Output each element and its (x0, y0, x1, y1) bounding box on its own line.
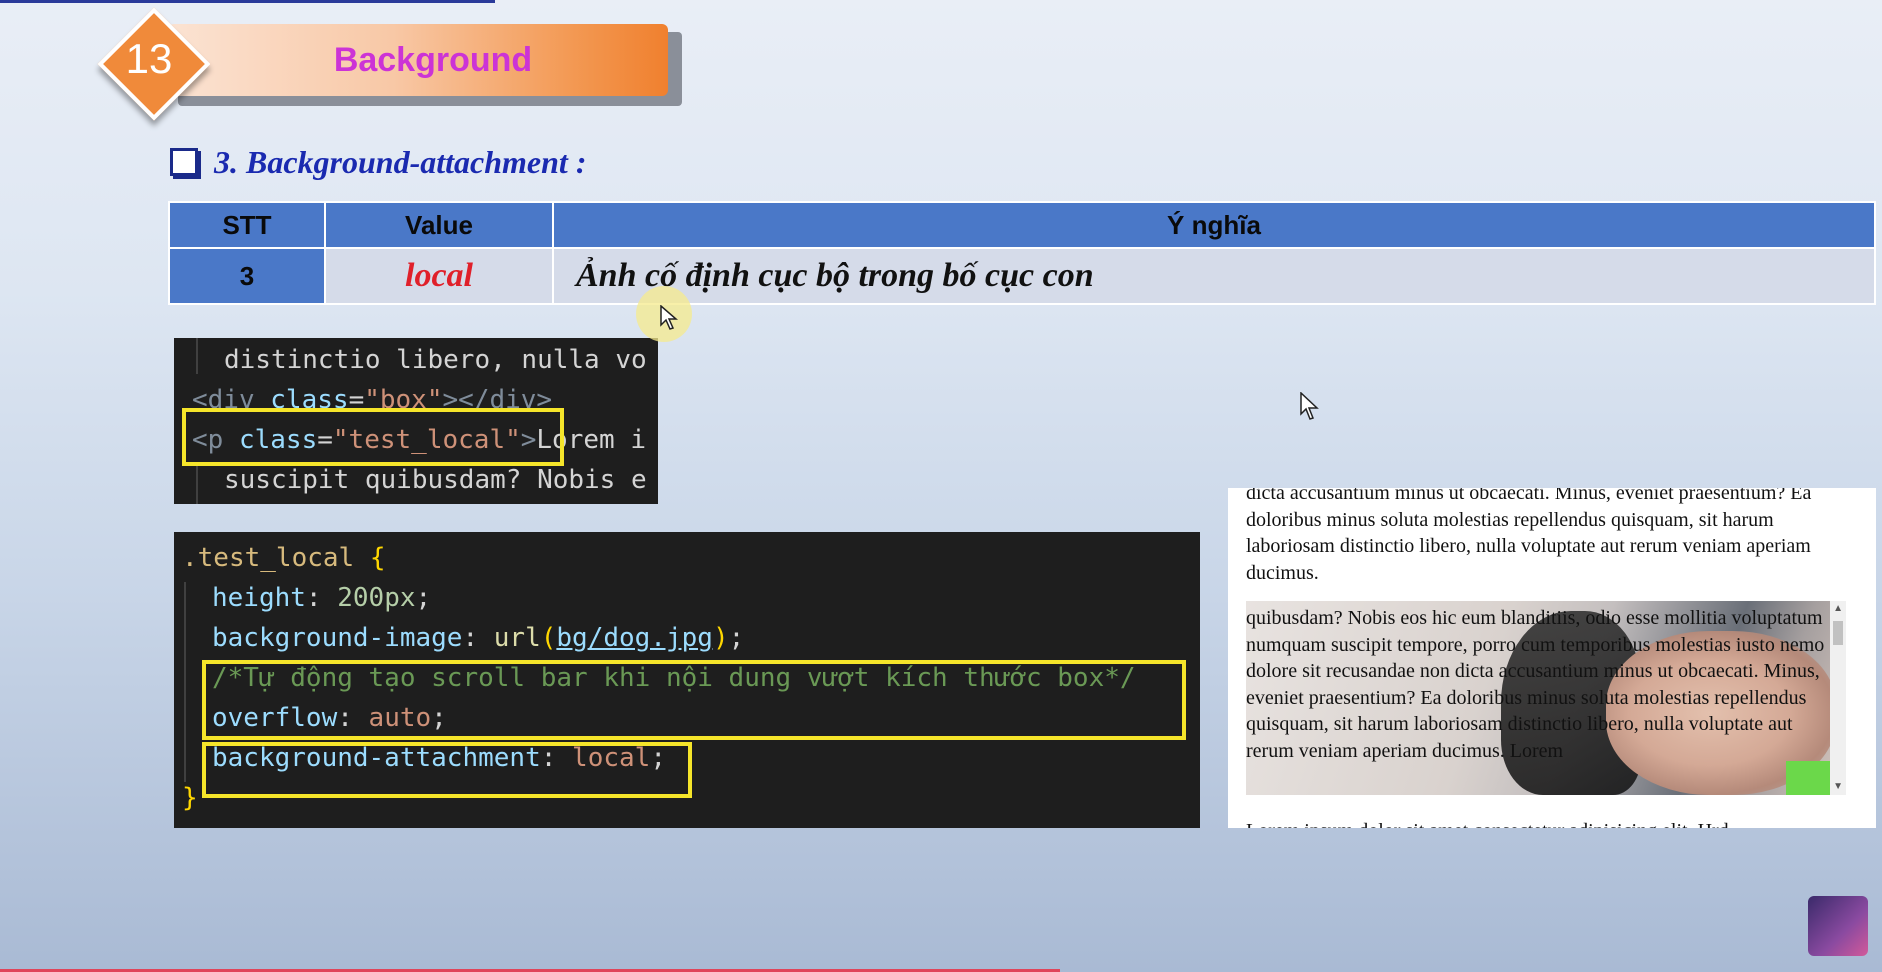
code-line: suscipit quibusdam? Nobis e (224, 465, 647, 495)
channel-avatar-icon[interactable] (1808, 896, 1868, 956)
preview-paragraph: Lorem ipsum dolor sit amet consectetur a… (1246, 818, 1864, 828)
mouse-cursor-icon (660, 305, 678, 330)
highlight-box (182, 408, 564, 466)
cell-stt: 3 (168, 247, 326, 305)
indent-guide (184, 582, 186, 782)
header-value: Value (324, 201, 554, 249)
lesson-title: Background (333, 41, 533, 79)
indent-guide (196, 338, 198, 374)
highlight-box (202, 742, 692, 798)
code-line: background-image: url(bg/dog.jpg); (212, 623, 745, 653)
highlight-box (202, 660, 1186, 740)
cell-meaning: Ảnh cố định cục bộ trong bố cục con (552, 247, 1876, 305)
section-heading: 3. Background-attachment : (170, 140, 586, 184)
code-line: } (182, 783, 198, 813)
scrollbar[interactable]: ▲ ▼ (1830, 601, 1846, 795)
test-local-scrollbox[interactable]: quibusdam? Nobis eos hic eum blanditiis,… (1246, 601, 1846, 795)
preview-paragraph: dicta accusantium minus ut obcaecati. Mi… (1246, 488, 1812, 584)
html-code-panel: distinctio libero, nulla vo <div class="… (174, 338, 658, 504)
browser-preview: dicta accusantium minus ut obcaecati. Mi… (1228, 488, 1876, 828)
checkbox-bullet-icon (170, 148, 198, 176)
scroll-down-arrow-icon[interactable]: ▼ (1833, 781, 1843, 793)
header-meaning: Ý nghĩa (552, 201, 1876, 249)
header-stt: STT (168, 201, 326, 249)
section-title: 3. Background-attachment : (214, 143, 587, 180)
code-line: distinctio libero, nulla vo (224, 345, 647, 375)
top-border-line (0, 0, 495, 3)
lesson-number: 13 (125, 35, 173, 82)
scrollbox-text: quibusdam? Nobis eos hic eum blanditiis,… (1246, 607, 1825, 762)
cell-value: local (324, 247, 554, 305)
table-header-row: STT Value Ý nghĩa (168, 201, 1876, 249)
indent-guide (196, 464, 198, 504)
attachment-table: STT Value Ý nghĩa 3 local Ảnh cố định cụ… (168, 201, 1876, 305)
css-code-panel: .test_local { height: 200px; background-… (174, 532, 1200, 828)
scroll-up-arrow-icon[interactable]: ▲ (1833, 603, 1843, 615)
code-line: height: 200px; (212, 583, 432, 613)
scrollbar-thumb[interactable] (1833, 621, 1843, 645)
lesson-number-badge: 13 (97, 7, 211, 121)
lesson-banner: Background (168, 24, 668, 96)
code-line: .test_local { (182, 543, 386, 573)
table-row: 3 local Ảnh cố định cục bộ trong bố cục … (168, 247, 1876, 305)
mouse-cursor-icon (1300, 392, 1319, 420)
